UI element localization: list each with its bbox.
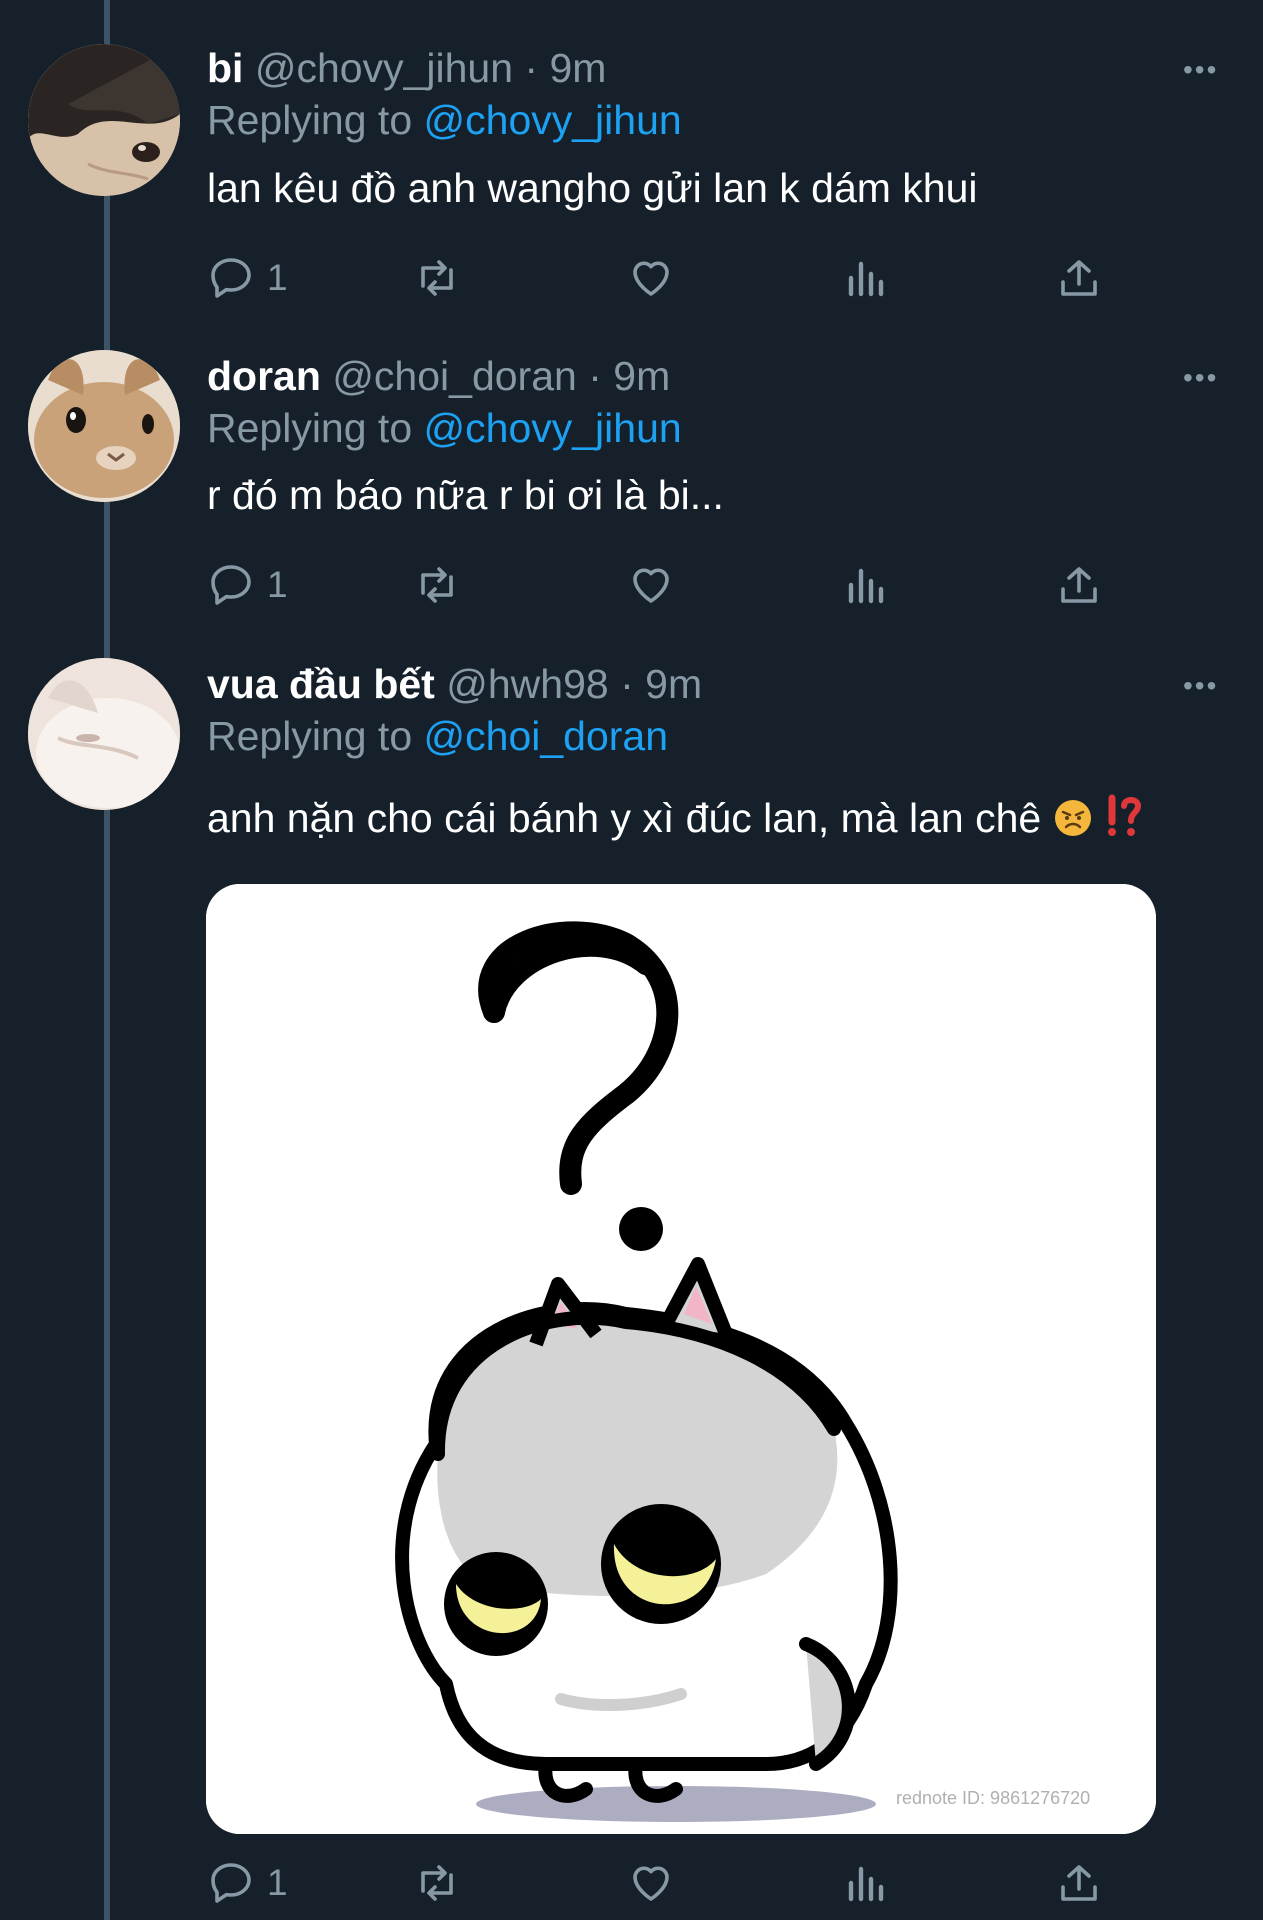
reply-count: 1 [267, 1862, 288, 1903]
replying-label: Replying to [207, 405, 413, 451]
reply-icon [211, 258, 251, 298]
tweet-media-image[interactable]: rednote ID: 9861276720 [206, 884, 1156, 1834]
tweet-text: anh nặn cho cái bánh y xì đúc lan, mà la… [207, 795, 1042, 841]
more-options-icon[interactable]: ••• [1183, 364, 1218, 392]
reply-count: 1 [267, 564, 288, 605]
analytics-button[interactable] [843, 557, 891, 613]
replying-mention[interactable]: @chovy_jihun [424, 97, 682, 143]
reply-icon [211, 565, 251, 605]
replying-label: Replying to [207, 97, 413, 143]
analytics-icon [848, 1866, 884, 1902]
share-icon [1061, 260, 1097, 296]
action-bar: 1 [207, 557, 1107, 613]
media-watermark: rednote ID: 9861276720 [896, 1788, 1090, 1808]
share-icon [1061, 567, 1097, 603]
replying-to: Replying to @choi_doran [207, 712, 668, 760]
share-icon [1061, 1865, 1097, 1901]
retweet-button[interactable] [413, 1855, 461, 1911]
like-button[interactable] [627, 1855, 675, 1911]
retweet-button[interactable] [413, 250, 461, 306]
share-button[interactable] [1055, 557, 1103, 613]
retweet-icon [421, 260, 453, 296]
timestamp[interactable]: · 9m [588, 353, 670, 399]
handle[interactable]: @choi_doran [332, 353, 577, 399]
reply-button[interactable]: 1 [207, 1855, 288, 1911]
tweet-header: vua đầu bết @hwh98 · 9m [207, 660, 702, 708]
handle[interactable]: @chovy_jihun [255, 45, 513, 91]
angry-face-emoji [1053, 798, 1093, 849]
reply-button[interactable]: 1 [207, 557, 288, 613]
like-button[interactable] [627, 250, 675, 306]
analytics-icon [848, 261, 884, 297]
analytics-button[interactable] [843, 1855, 891, 1911]
display-name[interactable]: doran [207, 353, 321, 399]
timestamp[interactable]: · 9m [524, 45, 606, 91]
reply-button[interactable]: 1 [207, 250, 288, 306]
like-button[interactable] [627, 557, 675, 613]
like-icon [633, 568, 669, 603]
analytics-button[interactable] [843, 250, 891, 306]
analytics-icon [848, 568, 884, 604]
tweet-text: r đó m báo nữa r bi ơi là bi... [207, 472, 724, 518]
handle[interactable]: @hwh98 [446, 661, 608, 707]
tweet-header: bi @chovy_jihun · 9m [207, 44, 606, 92]
like-icon [633, 1866, 669, 1901]
timestamp[interactable]: · 9m [620, 661, 702, 707]
more-options-icon[interactable]: ••• [1183, 672, 1218, 700]
tweet-text-line: anh nặn cho cái bánh y xì đúc lan, mà la… [207, 793, 1144, 849]
replying-mention[interactable]: @chovy_jihun [424, 405, 682, 451]
reply-count: 1 [267, 257, 288, 298]
thread-line [104, 0, 110, 1920]
display-name[interactable]: vua đầu bết [207, 661, 435, 707]
avatar[interactable] [28, 658, 180, 810]
more-options-icon[interactable]: ••• [1183, 56, 1218, 84]
action-bar: 1 [207, 250, 1107, 306]
retweet-button[interactable] [413, 557, 461, 613]
tweet-text: lan kêu đồ anh wangho gửi lan k dám khui [207, 165, 978, 211]
avatar[interactable] [28, 44, 180, 196]
like-icon [633, 261, 669, 296]
replying-to: Replying to @chovy_jihun [207, 404, 682, 452]
replying-to: Replying to @chovy_jihun [207, 96, 682, 144]
action-bar: 1 [207, 1855, 1107, 1911]
share-button[interactable] [1055, 250, 1103, 306]
replying-mention[interactable]: @choi_doran [424, 713, 669, 759]
share-button[interactable] [1055, 1855, 1103, 1911]
cartoon-cat-question-mark: rednote ID: 9861276720 [206, 884, 1156, 1834]
retweet-icon [421, 567, 453, 603]
interrobang-emoji [1104, 794, 1144, 849]
tweet-header: doran @choi_doran · 9m [207, 352, 670, 400]
retweet-icon [421, 1865, 453, 1901]
display-name[interactable]: bi [207, 45, 243, 91]
reply-icon [211, 1863, 251, 1903]
replying-label: Replying to [207, 713, 413, 759]
avatar[interactable] [28, 350, 180, 502]
